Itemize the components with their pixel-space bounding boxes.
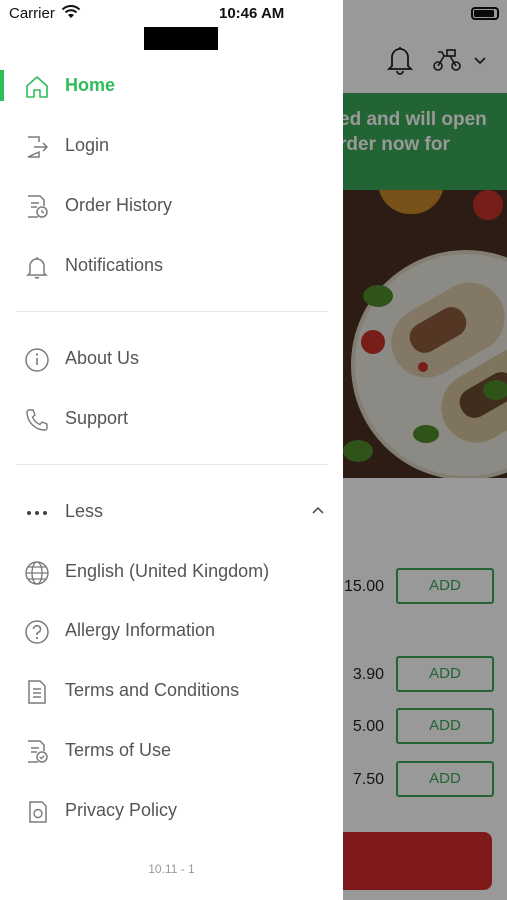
menu-item-allergy-information[interactable]: Allergy Information	[0, 606, 343, 656]
menu-item-less[interactable]: Less	[0, 487, 343, 537]
privacy-icon	[29, 801, 47, 823]
menu-label-order-history: Order History	[65, 195, 173, 215]
help-icon	[25, 620, 49, 644]
menu-item-order-history[interactable]: Order History	[0, 181, 343, 231]
document-check-icon	[28, 740, 48, 763]
menu-label-language: English (United Kingdom)	[65, 561, 270, 581]
menu-label-terms-of-use: Terms of Use	[65, 740, 172, 760]
order-history-icon	[28, 195, 48, 218]
info-icon	[25, 348, 49, 372]
menu-item-home[interactable]: Home	[0, 61, 343, 111]
menu-item-login[interactable]: Login	[0, 121, 343, 171]
menu-label-login: Login	[65, 135, 110, 155]
divider	[16, 464, 328, 465]
menu-item-about-us[interactable]: About Us	[0, 334, 343, 384]
menu-label-support: Support	[65, 408, 129, 428]
more-dots-icon	[27, 511, 47, 515]
login-icon	[27, 136, 49, 158]
bell-icon	[26, 257, 48, 279]
menu-label-allergy-information: Allergy Information	[65, 620, 216, 640]
home-icon	[26, 76, 48, 98]
carrier-label: Carrier	[9, 5, 55, 22]
document-icon	[28, 680, 46, 704]
menu-item-privacy-policy[interactable]: Privacy Policy	[0, 786, 343, 836]
status-bar: Carrier 10:46 AM	[0, 0, 343, 28]
chevron-up-icon[interactable]	[310, 502, 326, 518]
phone-icon	[26, 409, 48, 431]
navigation-drawer: Carrier 10:46 AM Home Login Order Histor…	[0, 0, 343, 900]
menu-item-terms-and-conditions[interactable]: Terms and Conditions	[0, 666, 343, 716]
menu-label-about-us: About Us	[65, 348, 140, 368]
clock: 10:46 AM	[219, 5, 285, 22]
wifi-icon	[61, 5, 81, 18]
menu-label-notifications: Notifications	[65, 255, 164, 275]
redacted-block	[144, 27, 218, 50]
menu-item-notifications[interactable]: Notifications	[0, 241, 343, 291]
divider	[16, 311, 328, 312]
menu-label-home: Home	[65, 75, 116, 95]
menu-label-privacy-policy: Privacy Policy	[65, 800, 178, 820]
menu-item-support[interactable]: Support	[0, 394, 343, 444]
menu-item-terms-of-use[interactable]: Terms of Use	[0, 726, 343, 776]
menu-label-less: Less	[65, 501, 104, 521]
globe-icon	[25, 561, 49, 585]
menu-label-terms-and-conditions: Terms and Conditions	[65, 680, 240, 700]
app-version: 10.11 - 1	[148, 862, 195, 876]
menu-item-language[interactable]: English (United Kingdom)	[0, 547, 343, 597]
